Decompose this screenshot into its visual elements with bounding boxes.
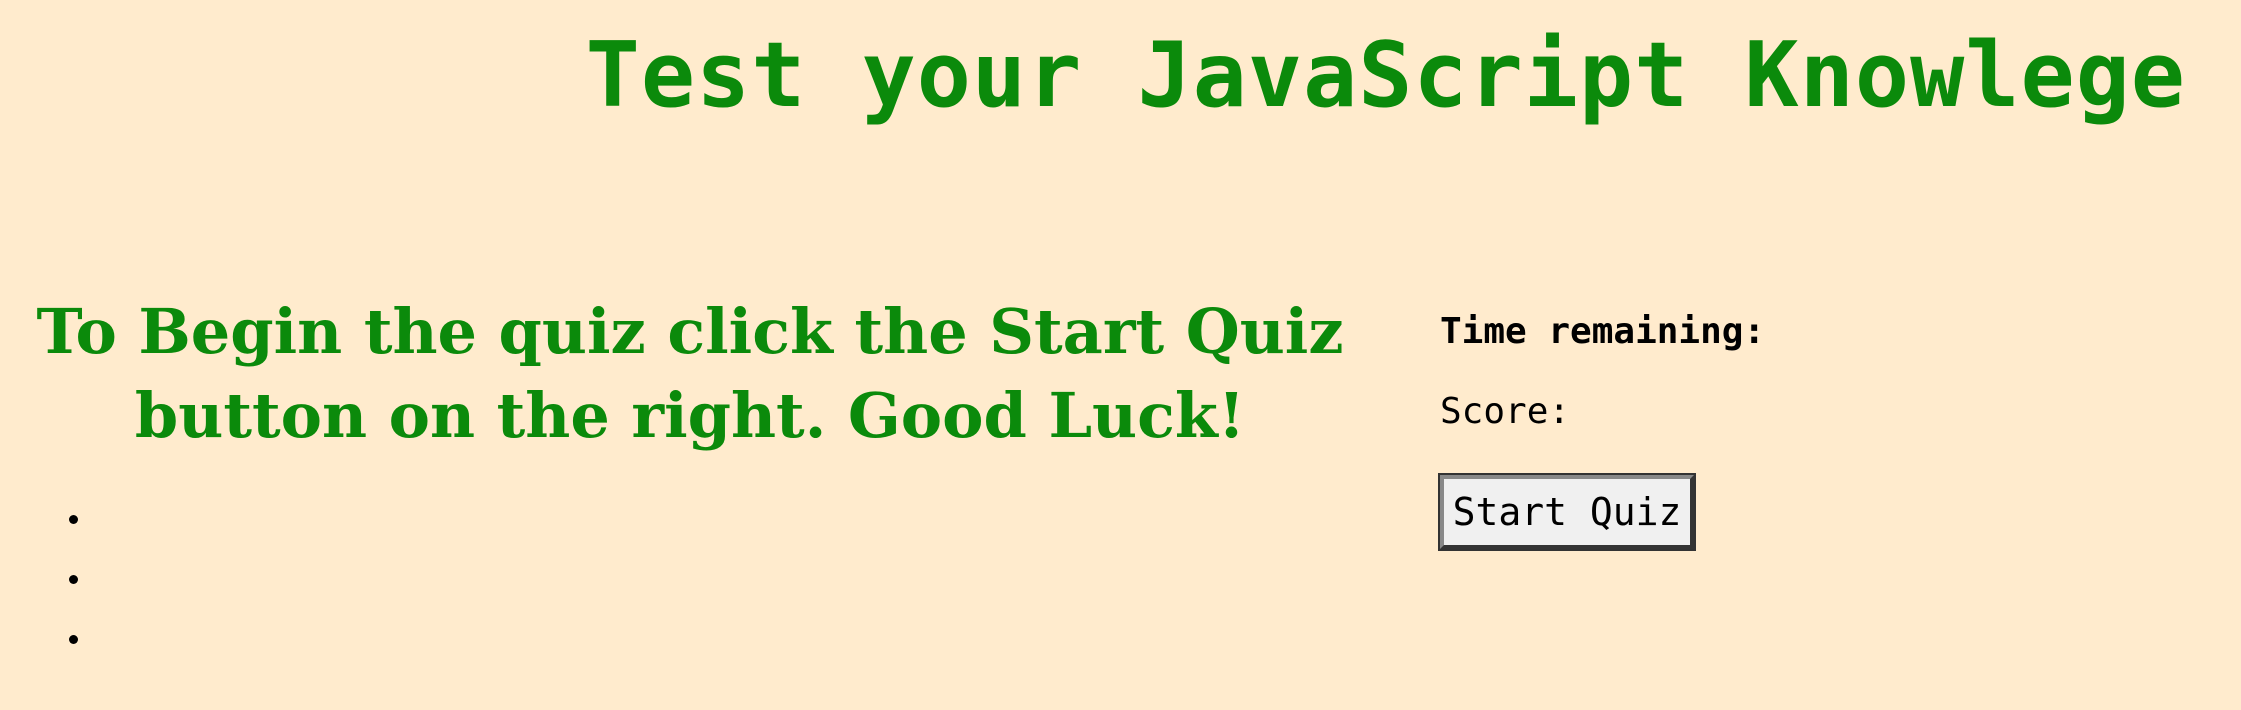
page-title: Test your JavaScript Knowlege bbox=[585, 23, 2186, 128]
answer-list bbox=[60, 490, 94, 670]
time-remaining-label: Time remaining: bbox=[1440, 311, 1766, 352]
score-label: Score: bbox=[1440, 391, 1571, 432]
start-quiz-button[interactable]: Start Quiz bbox=[1440, 475, 1694, 549]
quiz-instructions: To Begin the quiz click the Start Quiz b… bbox=[36, 295, 1344, 452]
status-panel: Time remaining: Score: Start Quiz bbox=[1440, 305, 1765, 549]
